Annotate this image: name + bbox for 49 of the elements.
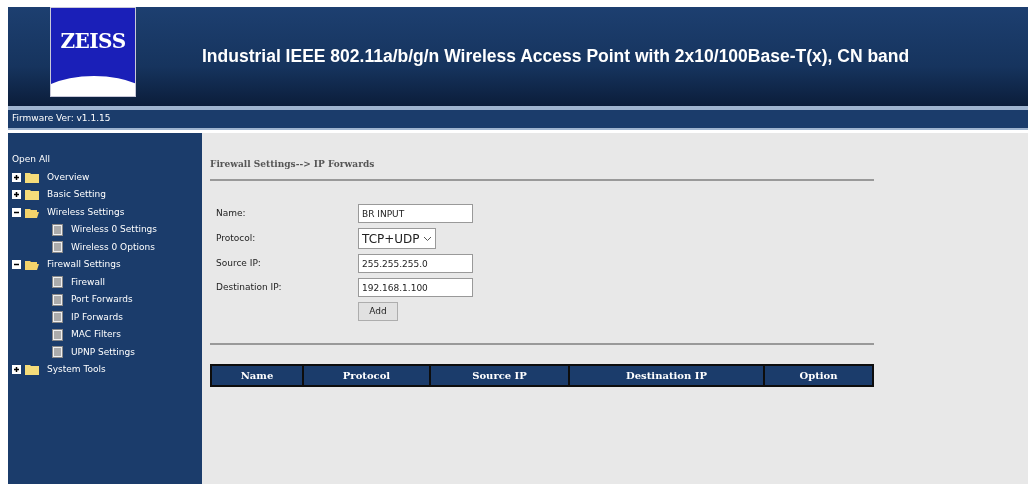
logo: ZEISS — [50, 7, 136, 97]
sidebar-item[interactable]: Port Forwards — [71, 293, 133, 307]
field-label: Name: — [216, 206, 247, 220]
firmware-version: Firmware Ver: v1.1.15 — [12, 112, 111, 126]
sidebar-item[interactable]: IP Forwards — [71, 310, 123, 324]
folder-icon — [25, 206, 39, 218]
expand-icon[interactable] — [12, 172, 21, 182]
folder-icon — [25, 259, 39, 271]
text-field[interactable]: BR INPUT — [358, 204, 473, 223]
add-button[interactable]: Add — [358, 302, 398, 321]
sidebar-item[interactable]: Basic Setting — [47, 188, 106, 202]
field-label: Protocol: — [216, 231, 257, 245]
folder-icon — [25, 364, 39, 376]
sidebar-item[interactable]: MAC Filters — [71, 328, 121, 342]
document-icon — [52, 276, 63, 289]
sidebar-item[interactable]: Overview — [47, 170, 90, 184]
field-label: Source IP: — [216, 256, 262, 270]
folder-icon — [25, 171, 39, 183]
sidebar-item[interactable]: UPNP Settings — [71, 345, 135, 359]
breadcrumb: Firewall Settings--> IP Forwards — [210, 159, 375, 169]
collapse-icon[interactable] — [12, 207, 21, 217]
document-icon — [52, 346, 63, 359]
sidebar-item[interactable]: Firewall Settings — [47, 258, 121, 272]
document-icon — [52, 328, 63, 341]
chevron-down-icon — [423, 235, 432, 242]
page-title: Industrial IEEE 802.11a/b/g/n Wireless Access Point with 2x10/100Base-T(x), CN band — [202, 45, 910, 69]
document-icon — [52, 223, 63, 236]
folder-icon — [25, 189, 39, 201]
expand-icon[interactable] — [12, 190, 21, 200]
column-header: Name — [212, 366, 302, 385]
sidebar-item[interactable]: Wireless 0 Settings — [71, 223, 158, 237]
column-header: Protocol — [304, 366, 429, 385]
column-header: Destination IP — [570, 366, 763, 385]
sidebar-item[interactable]: Wireless 0 Options — [71, 240, 155, 254]
column-header: Source IP — [431, 366, 568, 385]
protocol-select[interactable]: TCP+UDP — [358, 228, 436, 249]
document-icon — [52, 311, 63, 324]
text-field[interactable]: 255.255.255.0 — [358, 254, 473, 273]
sidebar-item[interactable]: Wireless Settings — [47, 205, 125, 219]
text-field[interactable]: 192.168.1.100 — [358, 278, 473, 297]
document-icon — [52, 241, 63, 254]
open-all-link[interactable]: Open All — [12, 153, 51, 167]
sidebar-item[interactable]: System Tools — [47, 363, 106, 377]
document-icon — [52, 293, 63, 306]
expand-icon[interactable] — [12, 365, 21, 375]
sidebar-item[interactable]: Firewall — [71, 275, 105, 289]
column-header: Option — [765, 366, 872, 385]
collapse-icon[interactable] — [12, 260, 21, 270]
field-label: Destination IP: — [216, 280, 283, 294]
